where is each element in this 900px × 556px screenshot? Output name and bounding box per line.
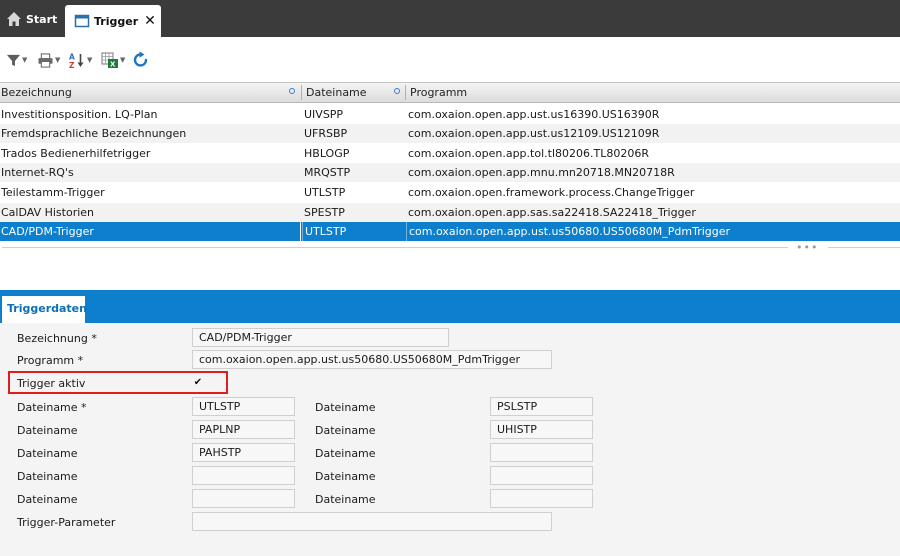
- dateiname-label: Dateiname: [315, 447, 376, 460]
- toolbar: ▼ ▼ A Z ▼ X ▼: [0, 37, 900, 82]
- refresh-icon: [133, 51, 148, 67]
- column-header-dateiname[interactable]: Dateiname: [306, 83, 367, 102]
- dateiname-label: Dateiname: [315, 401, 376, 414]
- cell-bezeichnung: Fremdsprachliche Bezeichnungen: [1, 127, 187, 140]
- tab-trigger[interactable]: Trigger ✕: [65, 5, 161, 37]
- refresh-button[interactable]: [132, 50, 150, 70]
- print-button[interactable]: ▼: [37, 50, 60, 70]
- dateiname-field[interactable]: [192, 466, 295, 485]
- bezeichnung-label: Bezeichnung *: [17, 332, 97, 345]
- dateiname-field[interactable]: PSLSTP: [490, 397, 593, 416]
- cell-dateiname: UTLSTP: [304, 186, 346, 199]
- table-row-selected[interactable]: CAD/PDM-Trigger UTLSTP com.oxaion.open.a…: [0, 222, 900, 241]
- cell-programm: com.oxaion.open.app.ust.us12109.US12109R: [408, 127, 660, 140]
- programm-field[interactable]: com.oxaion.open.app.ust.us50680.US50680M…: [192, 350, 552, 369]
- cell-dateiname: MRQSTP: [304, 166, 351, 179]
- cell-bezeichnung: CAD/PDM-Trigger: [1, 222, 301, 241]
- sort-az-icon: A Z: [69, 52, 84, 69]
- dateiname-label: Dateiname: [315, 493, 376, 506]
- svg-text:X: X: [110, 60, 116, 68]
- highlight-box: [8, 371, 228, 394]
- dateiname-field[interactable]: PAPLNP: [192, 420, 295, 439]
- column-header-programm[interactable]: Programm: [410, 83, 467, 102]
- tab-start[interactable]: Start: [6, 7, 57, 31]
- dateiname-field[interactable]: PAHSTP: [192, 443, 295, 462]
- cell-dateiname: UFRSBP: [304, 127, 348, 140]
- excel-export-button[interactable]: X ▼: [101, 50, 125, 70]
- sort-indicator-icon[interactable]: [394, 88, 400, 94]
- table-row[interactable]: Investitionsposition. LQ-Plan UIVSPP com…: [0, 105, 900, 124]
- filter-icon: [6, 54, 21, 66]
- dateiname-field[interactable]: [490, 489, 593, 508]
- dateiname-label: Dateiname: [17, 447, 78, 460]
- table-row[interactable]: CalDAV Historien SPESTP com.oxaion.open.…: [0, 203, 900, 222]
- trigger-parameter-label: Trigger-Parameter: [17, 516, 116, 529]
- cell-bezeichnung: Teilestamm-Trigger: [1, 186, 105, 199]
- cell-programm: com.oxaion.open.app.ust.us50680.US50680M…: [406, 222, 900, 241]
- dateiname-label: Dateiname: [315, 470, 376, 483]
- chevron-down-icon: ▼: [87, 56, 93, 64]
- cell-programm: com.oxaion.open.app.mnu.mn20718.MN20718R: [408, 166, 675, 179]
- chevron-down-icon: ▼: [22, 56, 28, 64]
- cell-programm: com.oxaion.open.app.ust.us16390.US16390R: [408, 108, 660, 121]
- dateiname-field[interactable]: [192, 489, 295, 508]
- dateiname-label: Dateiname *: [17, 401, 87, 414]
- cell-dateiname: SPESTP: [304, 206, 345, 219]
- dateiname-label: Dateiname: [17, 424, 78, 437]
- bezeichnung-field[interactable]: CAD/PDM-Trigger: [192, 328, 449, 347]
- excel-export-icon: X: [101, 52, 118, 68]
- dateiname-field[interactable]: UTLSTP: [192, 397, 295, 416]
- sort-indicator-icon[interactable]: [289, 88, 295, 94]
- cell-dateiname: UTLSTP: [302, 222, 407, 241]
- tab-start-label: Start: [26, 12, 58, 26]
- cell-programm: com.oxaion.open.framework.process.Change…: [408, 186, 695, 199]
- cell-bezeichnung: CalDAV Historien: [1, 206, 95, 219]
- dateiname-label: Dateiname: [17, 493, 78, 506]
- column-separator: [301, 85, 302, 100]
- chevron-down-icon: ▼: [120, 56, 126, 64]
- column-separator: [405, 85, 406, 100]
- close-icon[interactable]: ✕: [144, 13, 156, 29]
- details-tab-bar: [0, 290, 900, 323]
- table-row[interactable]: Fremdsprachliche Bezeichnungen UFRSBP co…: [0, 124, 900, 143]
- svg-text:Z: Z: [69, 61, 75, 69]
- print-icon: [38, 52, 53, 68]
- cell-bezeichnung: Internet-RQ's: [1, 166, 74, 179]
- chevron-down-icon: ▼: [55, 56, 61, 64]
- dateiname-label: Dateiname: [17, 470, 78, 483]
- programm-label: Programm *: [17, 354, 84, 367]
- trigger-parameter-field[interactable]: [192, 512, 552, 531]
- filter-button[interactable]: ▼: [6, 50, 27, 70]
- dateiname-field[interactable]: [490, 466, 593, 485]
- splitter-line: [2, 247, 788, 248]
- table-header: Bezeichnung Dateiname Programm: [0, 82, 900, 103]
- cell-bezeichnung: Trados Bedienerhilfetrigger: [1, 147, 151, 160]
- dateiname-label: Dateiname: [315, 424, 376, 437]
- table-row[interactable]: Trados Bedienerhilfetrigger HBLOGP com.o…: [0, 144, 900, 163]
- dateiname-field[interactable]: [490, 443, 593, 462]
- table-row[interactable]: Teilestamm-Trigger UTLSTP com.oxaion.ope…: [0, 183, 900, 202]
- table-row[interactable]: Internet-RQ's MRQSTP com.oxaion.open.app…: [0, 163, 900, 182]
- tab-trigger-label: Trigger: [94, 14, 139, 28]
- home-icon: [7, 12, 21, 26]
- tab-bar: Start Trigger ✕: [0, 0, 900, 37]
- dateiname-field[interactable]: UHISTP: [490, 420, 593, 439]
- tab-triggerdaten[interactable]: Triggerdaten: [2, 296, 87, 323]
- cell-bezeichnung: Investitionsposition. LQ-Plan: [1, 108, 158, 121]
- sort-button[interactable]: A Z ▼: [69, 50, 92, 70]
- cell-programm: com.oxaion.open.app.sas.sa22418.SA22418_…: [408, 206, 696, 219]
- column-header-bezeichnung[interactable]: Bezeichnung: [1, 83, 72, 102]
- splitter-handle[interactable]: •••: [796, 241, 818, 254]
- cell-programm: com.oxaion.open.app.tol.tl80206.TL80206R: [408, 147, 649, 160]
- window-icon: [74, 14, 90, 28]
- cell-dateiname: HBLOGP: [304, 147, 350, 160]
- splitter-line: [828, 247, 900, 248]
- cell-dateiname: UIVSPP: [304, 108, 344, 121]
